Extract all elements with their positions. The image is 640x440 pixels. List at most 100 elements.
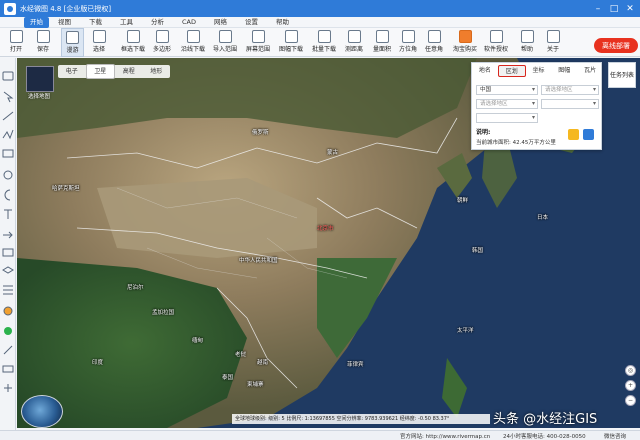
save-button[interactable]: 保存 xyxy=(31,28,55,57)
open-button[interactable]: 打开 xyxy=(4,28,28,57)
any-angle-button[interactable]: 任意角 xyxy=(422,28,446,57)
map-label-nepal: 尼泊尔 xyxy=(127,285,144,291)
tab-sheet[interactable]: 图幅 xyxy=(551,65,577,77)
license-button[interactable]: 软件授权 xyxy=(482,28,510,57)
menu-help[interactable]: 帮助 xyxy=(267,17,298,28)
coordinate-bar: 全球地球级别: 级别: 5 比例尺: 1:13697855 空间分辨率: 978… xyxy=(232,414,490,424)
menu-download[interactable]: 下载 xyxy=(80,17,111,28)
province-select[interactable]: 请选择地区 xyxy=(476,99,538,109)
close-icon[interactable]: ✕ xyxy=(622,4,638,14)
menu-bar: 开始 视图 下载 工具 分析 CAD 网络 设置 帮助 xyxy=(0,16,640,28)
save-icon xyxy=(36,30,50,43)
menu-settings[interactable]: 设置 xyxy=(236,17,267,28)
minimize-icon[interactable]: – xyxy=(590,4,606,14)
measure-distance-button[interactable]: 测距离 xyxy=(342,28,366,57)
map-label-south-korea: 韩国 xyxy=(472,248,484,254)
cursor-icon xyxy=(92,30,106,43)
green-dot-icon xyxy=(4,327,12,335)
note-title: 说明: xyxy=(476,129,491,136)
import-range-button[interactable]: 导入范围 xyxy=(210,28,240,57)
map-label-philippines: 菲律宾 xyxy=(347,362,364,368)
toolbar: 打开 保存 漫游 选择 框选下载 多边形 沿线下载 导入范围 屏幕范围 图幅下载… xyxy=(0,28,640,57)
box-select-icon xyxy=(126,30,140,43)
map-type-terrain[interactable]: 地形 xyxy=(143,65,171,78)
map-label-india: 印度 xyxy=(92,360,104,366)
circle-tool-icon xyxy=(3,170,13,180)
info-icon xyxy=(546,30,560,43)
taobao-icon xyxy=(458,30,472,43)
about-button[interactable]: 关于 xyxy=(542,28,564,57)
tab-tile[interactable]: 瓦片 xyxy=(577,65,603,77)
map-label-vietnam: 越南 xyxy=(257,360,269,366)
taobao-buy-button[interactable]: 淘宝购买 xyxy=(452,28,478,57)
map-label-laos: 老挝 xyxy=(235,352,247,358)
menu-cad[interactable]: CAD xyxy=(173,17,205,28)
key-icon xyxy=(489,30,503,43)
azimuth-button[interactable]: 方位角 xyxy=(396,28,420,57)
map-thumbnail[interactable] xyxy=(26,66,54,92)
line-icon xyxy=(186,30,200,43)
help-icon xyxy=(520,30,534,43)
polygon-button[interactable]: 多边形 xyxy=(150,28,174,57)
map-label-russia: 俄罗斯 xyxy=(252,130,269,136)
tab-place-name[interactable]: 地名 xyxy=(472,65,498,77)
zoom-in-icon[interactable]: + xyxy=(625,380,636,391)
help-button[interactable]: 帮助 xyxy=(516,28,538,57)
zoom-out-icon[interactable]: − xyxy=(625,395,636,406)
task-list-button[interactable]: 任务列表 xyxy=(608,62,636,88)
map-type-satellite[interactable]: 卫星 xyxy=(85,64,115,79)
map-type-tabs: 电子 卫星 高程 地形 xyxy=(58,64,171,79)
district-select[interactable] xyxy=(476,113,538,123)
sheet-download-button[interactable]: 图幅下载 xyxy=(276,28,306,57)
box-download-button[interactable]: 框选下载 xyxy=(118,28,148,57)
map-type-elevation[interactable]: 高程 xyxy=(115,65,143,78)
grid-icon xyxy=(284,30,298,43)
tab-coordinate[interactable]: 坐标 xyxy=(526,65,552,77)
layer-icon xyxy=(2,71,14,81)
map-label-thailand: 泰国 xyxy=(222,375,234,381)
maximize-icon[interactable]: □ xyxy=(606,4,622,14)
line-tool-icon xyxy=(2,111,14,121)
moon-icon xyxy=(4,189,11,201)
city-select[interactable] xyxy=(541,99,599,109)
region-select[interactable]: 请选择地区 xyxy=(541,85,599,95)
polygon-icon xyxy=(155,30,169,43)
map-label-china: 中华人民共和国 xyxy=(239,258,278,264)
folder-icon xyxy=(9,30,23,43)
map-type-electronic[interactable]: 电子 xyxy=(58,65,86,78)
map-label-north-korea: 朝鲜 xyxy=(457,198,469,204)
batch-download-button[interactable]: 批量下载 xyxy=(309,28,339,57)
globe-overview[interactable] xyxy=(21,395,63,428)
wechat-consult[interactable]: 微信咨询 xyxy=(604,432,626,440)
title-bar: 水经微图 4.8 [企业版已授权] – □ ✕ xyxy=(0,0,640,17)
download-icon[interactable] xyxy=(568,129,579,140)
measure-area-button[interactable]: 量面积 xyxy=(370,28,394,57)
share-icon[interactable] xyxy=(583,129,594,140)
map-label-kazakhstan: 哈萨克斯坦 xyxy=(52,186,80,192)
area-icon xyxy=(375,30,389,43)
screen-range-button[interactable]: 屏幕范围 xyxy=(243,28,273,57)
menu-analysis[interactable]: 分析 xyxy=(142,17,173,28)
offline-deploy-button[interactable]: 离线部署 xyxy=(594,38,638,53)
screen-icon xyxy=(251,30,265,43)
line-download-button[interactable]: 沿线下载 xyxy=(178,28,208,57)
pan-button[interactable]: 漫游 xyxy=(61,28,84,57)
select-button[interactable]: 选择 xyxy=(88,28,110,57)
website-link[interactable]: 官方网站: http://www.rivermap.cn xyxy=(400,432,490,440)
map-label-pacific: 太平洋 xyxy=(457,328,474,334)
map-label-mongolia: 蒙古 xyxy=(327,150,339,156)
locate-icon[interactable]: ◎ xyxy=(625,365,636,376)
menu-tools[interactable]: 工具 xyxy=(111,17,142,28)
menu-start[interactable]: 开始 xyxy=(24,16,49,28)
menu-view[interactable]: 视图 xyxy=(49,17,80,28)
text-tool-icon xyxy=(4,209,12,219)
layers-icon xyxy=(2,266,14,274)
country-select[interactable]: 中国 xyxy=(476,85,538,95)
app-logo-icon xyxy=(4,2,16,15)
map-label-bangladesh: 孟加拉国 xyxy=(152,310,175,316)
menu-network[interactable]: 网络 xyxy=(205,17,236,28)
polyline-icon xyxy=(2,129,14,140)
tab-division[interactable]: 区划 xyxy=(497,65,526,77)
table-tool-icon xyxy=(2,248,14,257)
batch-icon xyxy=(317,30,331,43)
